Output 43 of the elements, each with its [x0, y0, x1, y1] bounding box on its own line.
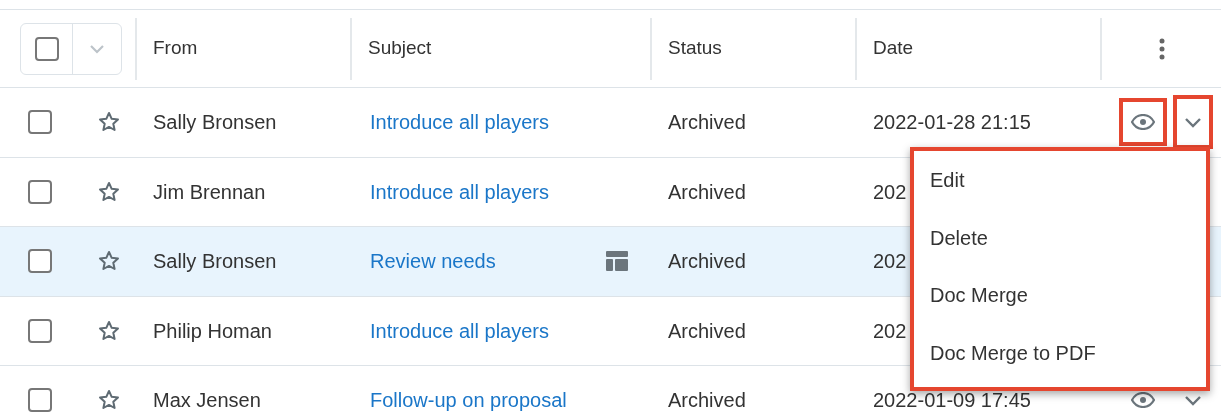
eye-icon [1131, 114, 1155, 131]
column-header[interactable]: From [153, 34, 198, 63]
table-cell: 2022-01-28 21:15 [873, 111, 1031, 134]
layout-icon[interactable] [606, 251, 628, 272]
table-cell: Archived [668, 111, 746, 134]
table-cell: Philip Homan [153, 319, 272, 342]
preview-button[interactable] [1119, 98, 1167, 147]
menu-item[interactable]: Edit [914, 157, 1206, 215]
checkbox[interactable] [34, 36, 59, 61]
table-cell: Sally Bronsen [153, 111, 277, 134]
column-header[interactable]: Subject [368, 34, 432, 63]
table-cell: 2022-01-09 17:45 [873, 389, 1031, 412]
checkbox[interactable] [28, 249, 52, 274]
subject-link[interactable]: Introduce all players [370, 176, 549, 207]
star-icon[interactable] [97, 388, 121, 412]
table-cell: 202 [873, 250, 907, 273]
table-cell: Max Jensen [153, 389, 261, 412]
checkbox[interactable] [28, 179, 52, 204]
checkbox[interactable] [28, 388, 52, 412]
table-cell: Archived [668, 319, 746, 342]
table-cell: Jim Brennan [153, 180, 266, 203]
checkbox[interactable] [28, 110, 52, 135]
column-header[interactable]: Date [873, 34, 914, 63]
subject-link[interactable]: Review needs [370, 246, 496, 277]
star-icon[interactable] [97, 179, 121, 204]
table-cell: 202 [873, 180, 907, 203]
checkbox[interactable] [28, 318, 52, 343]
table-cell: Archived [668, 180, 746, 203]
subject-link[interactable]: Follow-up on proposal [370, 385, 567, 412]
eye-icon [1131, 392, 1155, 409]
caret-icon [1184, 116, 1202, 128]
column-header[interactable]: Status [668, 34, 722, 63]
table-cell: Archived [668, 250, 746, 273]
bulk-select-control[interactable] [20, 22, 122, 75]
subject-link[interactable]: Introduce all players [370, 107, 549, 138]
subject-link[interactable]: Introduce all players [370, 315, 549, 346]
caret-icon [1184, 394, 1202, 406]
table-cell: Sally Bronsen [153, 250, 277, 273]
caret-icon [89, 43, 105, 54]
table-cell: Archived [668, 389, 746, 412]
star-icon[interactable] [97, 318, 121, 343]
table-cell: 202 [873, 319, 907, 342]
more-options-icon[interactable] [1158, 36, 1165, 61]
